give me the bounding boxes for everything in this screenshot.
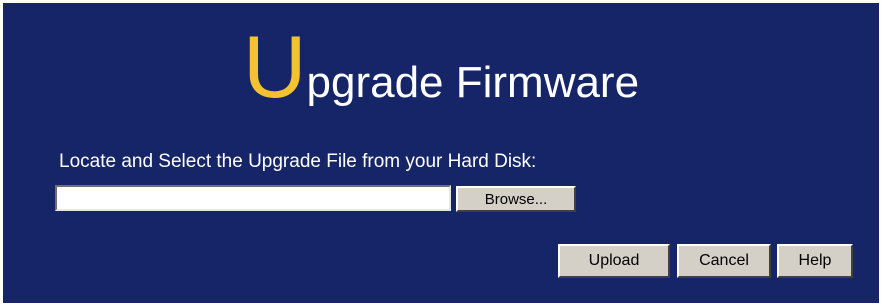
- page-title: Upgrade Firmware: [3, 23, 879, 111]
- page-title-rest: pgrade Firmware: [306, 58, 640, 107]
- help-button[interactable]: Help: [777, 244, 853, 278]
- browse-button[interactable]: Browse...: [456, 186, 576, 212]
- upload-button[interactable]: Upload: [558, 244, 670, 278]
- file-instruction-label: Locate and Select the Upgrade File from …: [59, 151, 537, 172]
- page-title-initial: U: [242, 17, 307, 116]
- cancel-button[interactable]: Cancel: [677, 244, 771, 278]
- upgrade-file-path-input[interactable]: [55, 185, 451, 211]
